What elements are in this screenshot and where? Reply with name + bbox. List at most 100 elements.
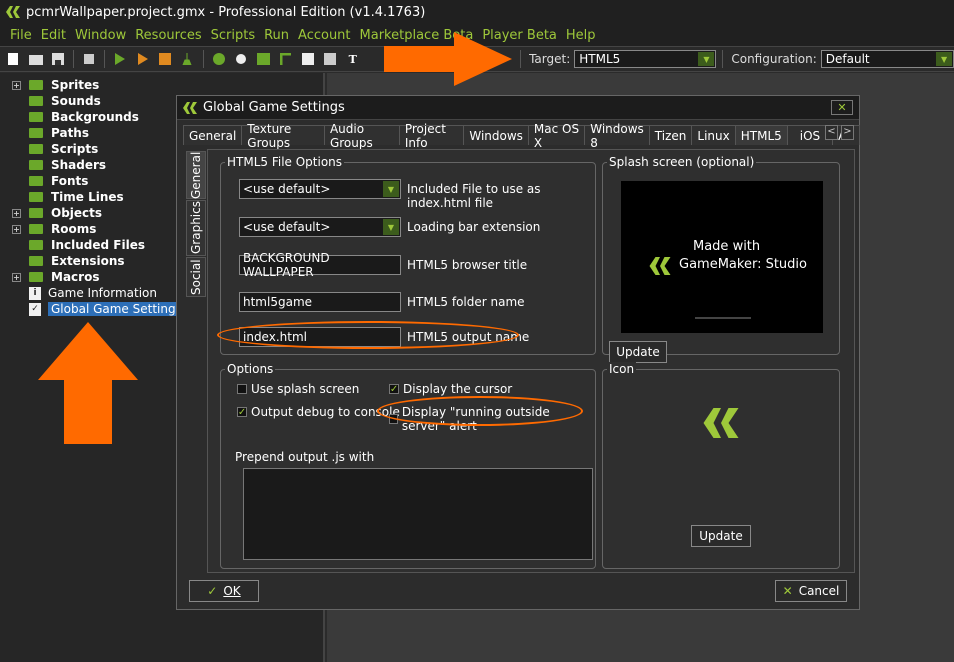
chevron-down-icon[interactable]: ▼	[698, 52, 715, 66]
target-label: Target:	[529, 52, 571, 66]
font-icon[interactable]: T	[345, 51, 359, 67]
tree-item-backgrounds[interactable]: Backgrounds	[12, 109, 185, 125]
tree-item-shaders[interactable]: Shaders	[12, 157, 185, 173]
browser-title-input[interactable]: BACKGROUND WALLPAPER	[239, 251, 401, 279]
tree-item-objects[interactable]: + Objects	[12, 205, 185, 221]
tree-item-included-files[interactable]: Included Files	[12, 237, 185, 253]
expand-icon[interactable]: +	[12, 208, 21, 218]
folder-icon	[29, 144, 43, 154]
export-icon[interactable]	[82, 51, 96, 67]
vtab-general[interactable]: General	[186, 151, 206, 199]
global-game-settings-dialog: Global Game Settings ✕ General Texture G…	[176, 95, 860, 610]
chevron-right-icon[interactable]: >	[841, 125, 854, 140]
tree-item-label: Extensions	[51, 254, 125, 268]
tab-project-info[interactable]: Project Info	[398, 122, 465, 150]
tab-tizen[interactable]: Tizen	[648, 125, 693, 145]
icon-update-button[interactable]: Update	[691, 525, 751, 547]
clean-icon[interactable]	[180, 51, 194, 67]
sprite-icon[interactable]	[211, 51, 225, 67]
folder-icon	[29, 176, 43, 186]
stop-icon[interactable]	[158, 51, 172, 67]
tree-item-label: Objects	[51, 206, 103, 220]
menu-account[interactable]: Account	[298, 28, 351, 43]
toolbar-divider	[722, 50, 724, 68]
debug-run-icon[interactable]	[136, 51, 150, 67]
close-icon: ✕	[782, 584, 793, 598]
tree-item-timelines[interactable]: Time Lines	[12, 189, 185, 205]
vtab-graphics[interactable]: Graphics	[186, 200, 206, 256]
settings-doc-icon: ✓	[29, 302, 41, 316]
dialog-title: Global Game Settings	[203, 100, 345, 115]
chevron-down-icon[interactable]: ▼	[383, 219, 399, 235]
config-select[interactable]: Default ▼	[820, 50, 954, 68]
select-value: <use default>	[243, 220, 331, 234]
use-splash-checkbox[interactable]: Use splash screen	[237, 382, 359, 396]
folder-icon	[29, 128, 43, 138]
chevron-down-icon[interactable]: ▼	[936, 52, 953, 66]
tree-item-paths[interactable]: Paths	[12, 125, 185, 141]
config-label: Configuration:	[731, 52, 817, 66]
display-cursor-checkbox[interactable]: ✓ Display the cursor	[389, 382, 512, 396]
background-icon[interactable]	[256, 51, 270, 67]
menu-file[interactable]: File	[10, 28, 32, 43]
loading-bar-select[interactable]: <use default> ▼	[239, 217, 401, 237]
chevron-down-icon[interactable]: ▼	[383, 181, 399, 197]
tab-general[interactable]: General	[183, 125, 243, 145]
tab-texture-groups[interactable]: Texture Groups	[241, 122, 325, 150]
tree-item-label: Macros	[51, 270, 100, 284]
ok-label: OK	[223, 584, 241, 598]
splash-update-button[interactable]: Update	[609, 341, 667, 363]
tab-audio-groups[interactable]: Audio Groups	[323, 122, 400, 150]
close-icon[interactable]: ✕	[831, 100, 853, 115]
tree-item-sounds[interactable]: Sounds	[12, 93, 185, 109]
vtab-social[interactable]: Social	[186, 257, 206, 297]
output-debug-checkbox[interactable]: ✓ Output debug to console	[237, 405, 400, 419]
tree-item-extensions[interactable]: Extensions	[12, 253, 185, 269]
tree-item-macros[interactable]: + Macros	[12, 269, 185, 285]
sound-icon[interactable]	[234, 51, 248, 67]
cancel-button[interactable]: ✕ Cancel	[775, 580, 847, 602]
menu-run[interactable]: Run	[264, 28, 289, 43]
tab-html5[interactable]: HTML5	[734, 125, 788, 145]
folder-icon	[29, 80, 43, 90]
prepend-textarea[interactable]	[243, 468, 593, 560]
menu-help[interactable]: Help	[566, 28, 596, 43]
tree-item-label: Sounds	[51, 94, 101, 108]
tree-item-sprites[interactable]: + Sprites	[12, 77, 185, 93]
expand-icon[interactable]: +	[12, 272, 21, 282]
open-folder-icon[interactable]	[28, 51, 43, 67]
tab-windows8[interactable]: Windows 8	[584, 122, 650, 150]
folder-icon	[29, 160, 43, 170]
menu-scripts[interactable]: Scripts	[211, 28, 255, 43]
menu-resources[interactable]: Resources	[135, 28, 201, 43]
new-file-icon[interactable]	[6, 51, 20, 67]
expand-icon[interactable]: +	[12, 224, 21, 234]
tree-item-game-information[interactable]: i Game Information	[12, 285, 185, 301]
tab-windows[interactable]: Windows	[463, 125, 529, 145]
included-file-select[interactable]: <use default> ▼	[239, 179, 401, 199]
path-icon[interactable]	[278, 51, 292, 67]
run-icon[interactable]	[113, 51, 127, 67]
menu-edit[interactable]: Edit	[41, 28, 66, 43]
save-icon[interactable]	[51, 51, 65, 67]
gamemaker-logo-icon	[6, 6, 20, 18]
target-select[interactable]: HTML5 ▼	[574, 50, 717, 68]
ok-button[interactable]: ✓ OK	[189, 580, 259, 602]
menu-window[interactable]: Window	[75, 28, 126, 43]
tab-macosx[interactable]: Mac OS X	[527, 122, 586, 150]
tree-item-label: Included Files	[51, 238, 145, 252]
folder-name-input[interactable]: html5game	[239, 292, 401, 312]
shader-icon[interactable]	[323, 51, 337, 67]
folder-icon	[29, 256, 43, 266]
tree-item-rooms[interactable]: + Rooms	[12, 221, 185, 237]
expand-icon[interactable]: +	[12, 80, 21, 90]
tab-linux[interactable]: Linux	[691, 125, 736, 145]
tree-item-label: Global Game Settings	[48, 302, 185, 316]
vertical-tabs: General Graphics Social	[186, 151, 206, 298]
chevron-left-icon[interactable]: <	[825, 125, 838, 140]
script-icon[interactable]	[301, 51, 315, 67]
tree-item-fonts[interactable]: Fonts	[12, 173, 185, 189]
tree-item-scripts[interactable]: Scripts	[12, 141, 185, 157]
tree-item-global-game-settings[interactable]: ✓ Global Game Settings	[12, 301, 185, 317]
resource-tree: + Sprites Sounds Backgrounds Paths Script…	[12, 77, 185, 317]
